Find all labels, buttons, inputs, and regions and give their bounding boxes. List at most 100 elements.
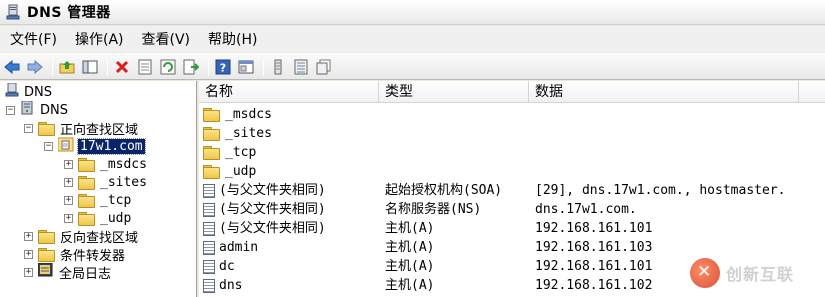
folder-icon bbox=[203, 165, 220, 179]
export-list-icon[interactable] bbox=[181, 57, 201, 77]
cell-type: 起始授权机构(SOA) bbox=[385, 183, 503, 198]
list-item[interactable]: _udp bbox=[199, 162, 825, 181]
column-header-name[interactable]: 名称 bbox=[199, 81, 379, 103]
record-name: (与父文件夹相同) bbox=[219, 202, 326, 217]
column-header-data[interactable]: 数据 bbox=[529, 81, 799, 103]
up-folder-icon[interactable] bbox=[57, 57, 77, 77]
cell-data: 192.168.161.101 bbox=[535, 259, 653, 274]
copy-icon[interactable] bbox=[314, 57, 334, 77]
tree-item-global-log[interactable]: + 全局日志 bbox=[24, 262, 112, 282]
cell-name: _udp bbox=[203, 162, 256, 181]
refresh-icon[interactable] bbox=[158, 57, 178, 77]
record-name: (与父文件夹相同) bbox=[219, 221, 326, 236]
cell-data: 192.168.161.102 bbox=[535, 278, 653, 293]
watermark: 创新互联 bbox=[690, 258, 794, 288]
cell-name: admin bbox=[203, 238, 258, 257]
tree-item-dns-root[interactable]: DNS bbox=[5, 82, 52, 101]
tree-item-forwarders[interactable]: + 条件转发器 bbox=[24, 245, 126, 264]
tree-label-tcp: _tcp bbox=[100, 192, 132, 208]
toolbar: ? bbox=[0, 53, 825, 80]
cell-name: (与父文件夹相同) bbox=[203, 181, 326, 200]
list-header: 名称 类型 数据 bbox=[199, 81, 825, 103]
log-icon bbox=[37, 262, 53, 281]
cell-name: dns bbox=[203, 276, 242, 295]
menu-view[interactable]: 查看(V) bbox=[136, 27, 197, 51]
record-icon bbox=[203, 221, 215, 236]
svg-text:?: ? bbox=[220, 61, 226, 74]
help-icon[interactable]: ? bbox=[213, 57, 233, 77]
folder-icon bbox=[203, 108, 220, 122]
tree-item-dns-server[interactable]: − DNS bbox=[6, 100, 68, 119]
console-icon[interactable] bbox=[236, 57, 256, 77]
watermark-text: 创新互联 bbox=[726, 265, 795, 284]
tree-item-sites[interactable]: + _sites bbox=[64, 173, 147, 191]
tree-label-udp: _udp bbox=[100, 210, 132, 226]
toolbar-separator bbox=[208, 57, 209, 76]
folder-icon bbox=[78, 175, 95, 190]
expand-icon[interactable]: + bbox=[24, 231, 33, 241]
folder-icon bbox=[203, 127, 220, 141]
list-item[interactable]: _tcp bbox=[199, 143, 825, 162]
tree-label-sites: _sites bbox=[100, 174, 147, 190]
expand-icon[interactable]: + bbox=[24, 267, 33, 277]
tree-item-tcp[interactable]: + _tcp bbox=[64, 191, 131, 209]
menu-bar: 文件(F) 操作(A) 查看(V) 帮助(H) bbox=[0, 26, 825, 52]
record-icon[interactable] bbox=[268, 57, 288, 77]
console-tree: DNS − DNS − 正向查找区域 − 17w1.com + _msdcs +… bbox=[0, 81, 197, 297]
collapse-icon[interactable]: − bbox=[6, 105, 15, 115]
tree-item-msdcs[interactable]: + _msdcs bbox=[64, 155, 147, 173]
menu-file[interactable]: 文件(F) bbox=[4, 27, 63, 51]
expand-icon[interactable]: + bbox=[64, 195, 73, 205]
toolbar-separator bbox=[107, 57, 108, 76]
list-item[interactable]: (与父文件夹相同) 主机(A) 192.168.161.101 bbox=[199, 219, 825, 238]
record-icon bbox=[203, 278, 215, 293]
expand-icon[interactable]: + bbox=[24, 249, 33, 259]
menu-help[interactable]: 帮助(H) bbox=[202, 27, 263, 51]
list-item[interactable]: _sites bbox=[199, 124, 825, 143]
column-header-type[interactable]: 类型 bbox=[379, 81, 529, 103]
forward-icon[interactable] bbox=[25, 57, 45, 77]
record-name: (与父文件夹相同) bbox=[219, 183, 326, 198]
record-name: admin bbox=[219, 240, 259, 255]
tree-label-global-log: 全局日志 bbox=[59, 266, 112, 282]
expand-icon[interactable]: + bbox=[64, 159, 73, 169]
tree-item-udp[interactable]: + _udp bbox=[64, 209, 131, 227]
delete-icon[interactable] bbox=[112, 57, 132, 77]
window-title: DNS 管理器 bbox=[27, 5, 111, 21]
cell-name: (与父文件夹相同) bbox=[203, 219, 326, 238]
tree-label-zone: 17w1.com bbox=[77, 137, 146, 155]
record-icon bbox=[203, 240, 215, 255]
expand-icon[interactable]: + bbox=[64, 213, 73, 223]
tree-item-reverse-zones[interactable]: + 反向查找区域 bbox=[24, 227, 139, 246]
folder-icon bbox=[38, 247, 55, 262]
expand-icon[interactable]: + bbox=[64, 177, 73, 187]
cell-type: 主机(A) bbox=[385, 240, 435, 255]
cell-data: [29], dns.17w1.com., hostmaster. bbox=[535, 183, 786, 198]
tree-item-zone[interactable]: − 17w1.com bbox=[44, 137, 146, 155]
list-item[interactable]: (与父文件夹相同) 起始授权机构(SOA) [29], dns.17w1.com.,… bbox=[199, 181, 825, 200]
collapse-icon[interactable]: − bbox=[24, 123, 33, 133]
tree-label-reverse-zones: 反向查找区域 bbox=[60, 230, 139, 246]
cell-data: 192.168.161.101 bbox=[535, 221, 653, 236]
tree-item-forward-zones[interactable]: − 正向查找区域 bbox=[24, 119, 138, 138]
record-icon bbox=[203, 202, 215, 217]
back-icon[interactable] bbox=[2, 57, 22, 77]
list-item[interactable]: admin 主机(A) 192.168.161.103 bbox=[199, 238, 825, 257]
record-name: _tcp bbox=[225, 145, 257, 160]
show-hide-tree-icon[interactable] bbox=[80, 57, 100, 77]
list-item[interactable]: _msdcs bbox=[199, 105, 825, 124]
cell-type: 主机(A) bbox=[385, 278, 435, 293]
cell-name: dc bbox=[203, 257, 235, 276]
list-icon[interactable] bbox=[291, 57, 311, 77]
record-name: _sites bbox=[225, 126, 272, 141]
tree-label-root: DNS bbox=[24, 84, 52, 100]
folder-icon bbox=[78, 157, 95, 172]
list-item[interactable]: (与父文件夹相同) 名称服务器(NS) dns.17w1.com. bbox=[199, 200, 825, 219]
tree-label-msdcs: _msdcs bbox=[100, 156, 147, 172]
menu-action[interactable]: 操作(A) bbox=[69, 27, 130, 51]
tree-label-forwarders: 条件转发器 bbox=[60, 248, 126, 264]
properties-icon[interactable] bbox=[135, 57, 155, 77]
watermark-logo bbox=[690, 258, 720, 288]
collapse-icon[interactable]: − bbox=[44, 141, 53, 151]
folder-icon bbox=[38, 121, 55, 136]
